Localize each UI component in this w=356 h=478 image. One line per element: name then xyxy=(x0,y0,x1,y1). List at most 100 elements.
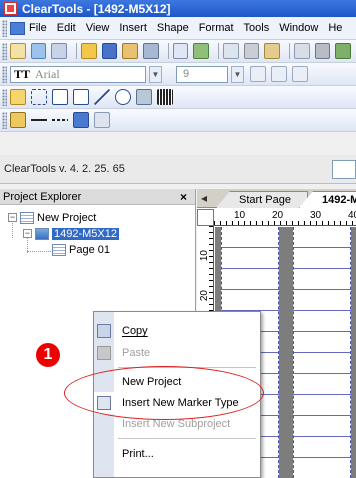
tree-item-1492-m5x12[interactable]: − 1492-M5X12 xyxy=(23,226,119,241)
step-number: 1 xyxy=(43,346,53,363)
copy-icon[interactable] xyxy=(223,43,239,59)
font-name-select[interactable]: TT Arial xyxy=(10,65,146,83)
project-explorer-header: Project Explorer × xyxy=(0,189,195,205)
cut-icon[interactable] xyxy=(243,43,260,59)
marker-type-icon xyxy=(97,396,111,410)
ruler-label: 40 xyxy=(348,210,356,221)
tree-item-label: New Project xyxy=(37,211,97,224)
project-icon xyxy=(20,211,34,224)
new-file-icon[interactable] xyxy=(9,43,26,59)
document-menu-icon[interactable] xyxy=(10,21,25,35)
font-size-select[interactable]: 9 xyxy=(176,65,228,83)
line-weight-icon[interactable] xyxy=(31,112,47,128)
menu-item-label: Insert New Marker Type xyxy=(122,397,239,409)
context-menu-insert-new-subproject[interactable]: Insert New Subproject xyxy=(94,413,260,435)
barcode-tool-icon[interactable] xyxy=(157,89,173,105)
image-tool-icon[interactable] xyxy=(136,89,152,105)
menu-shape[interactable]: Shape xyxy=(157,22,189,34)
grow-font-icon[interactable] xyxy=(250,66,266,82)
close-icon[interactable]: × xyxy=(180,190,187,204)
grid-icon[interactable] xyxy=(51,43,67,59)
version-input[interactable] xyxy=(332,160,356,179)
context-menu-new-project[interactable]: New Project xyxy=(94,371,260,393)
menu-separator xyxy=(118,367,256,368)
ruler-label: 20 xyxy=(272,210,284,221)
menu-file[interactable]: File xyxy=(29,22,47,34)
font-dropdown-arrow-icon[interactable]: ▼ xyxy=(149,65,162,83)
copy-icon xyxy=(97,324,111,338)
image-icon[interactable] xyxy=(193,43,210,59)
toolbar-grip-icon[interactable] xyxy=(2,65,7,83)
toolbar-grip-icon[interactable] xyxy=(2,88,7,106)
tree-item-new-project[interactable]: − New Project xyxy=(8,210,96,225)
project-explorer-title: Project Explorer xyxy=(3,190,82,203)
save-icon[interactable] xyxy=(101,43,118,59)
toolbar-separator xyxy=(167,43,169,59)
ruler-label: 10 xyxy=(199,250,210,262)
context-menu-print[interactable]: Print... xyxy=(94,443,260,465)
tab-start-page[interactable]: Start Page xyxy=(216,191,308,208)
toolbar-separator xyxy=(289,43,291,59)
new-project-icon[interactable] xyxy=(30,43,47,59)
toolbar-grip-icon[interactable] xyxy=(2,111,7,129)
ruler-label: 30 xyxy=(310,210,322,221)
menu-item-label: Copy xyxy=(122,325,148,337)
tree-item-page-01[interactable]: Page 01 xyxy=(52,242,110,257)
fill-pattern-icon[interactable] xyxy=(94,112,110,128)
menu-view[interactable]: View xyxy=(86,22,110,34)
menu-format[interactable]: Format xyxy=(199,22,234,34)
window-titlebar: ClearTools - [1492-M5X12] xyxy=(0,0,356,17)
paste-icon xyxy=(97,346,111,360)
menu-window[interactable]: Window xyxy=(279,22,318,34)
menu-insert[interactable]: Insert xyxy=(119,22,147,34)
version-text: ClearTools v. 4. 2. 25. 65 xyxy=(4,163,125,175)
ellipse-tool-icon[interactable] xyxy=(115,89,131,105)
toolbar-grip-icon[interactable] xyxy=(2,42,7,60)
horizontal-ruler: 10 20 30 40 xyxy=(214,209,356,226)
standard-toolbar xyxy=(0,40,356,63)
table-icon[interactable] xyxy=(172,43,189,59)
window-title: ClearTools - [1492-M5X12] xyxy=(22,1,171,16)
format-painter-icon[interactable] xyxy=(294,43,310,59)
collapse-icon[interactable]: − xyxy=(8,213,17,222)
app-icon xyxy=(4,2,17,15)
menu-item-label: Print... xyxy=(122,448,154,460)
context-menu: Copy Paste New Project Insert New Marker… xyxy=(93,311,261,478)
pointer-tool-icon[interactable] xyxy=(10,89,26,105)
context-menu-copy[interactable]: Copy xyxy=(94,320,260,342)
line-color-icon[interactable] xyxy=(10,112,26,128)
toolbar-grip-icon[interactable] xyxy=(2,19,7,37)
context-menu-insert-new-marker-type[interactable]: Insert New Marker Type xyxy=(94,392,260,414)
font-size-dropdown-arrow-icon[interactable]: ▼ xyxy=(231,65,244,83)
collapse-icon[interactable]: − xyxy=(23,229,32,238)
context-menu-paste[interactable]: Paste xyxy=(94,342,260,364)
open-folder-icon[interactable] xyxy=(80,43,97,59)
print-icon[interactable] xyxy=(143,43,159,59)
marquee-tool-icon[interactable] xyxy=(31,89,47,105)
step-badge: 1 xyxy=(36,343,60,367)
text-box-tool-icon[interactable] xyxy=(52,89,68,105)
document-tabs: ◂ Start Page 1492-M xyxy=(197,189,356,208)
delete-icon[interactable] xyxy=(314,43,331,59)
menu-tools[interactable]: Tools xyxy=(244,22,270,34)
shrink-font-icon[interactable] xyxy=(271,66,287,82)
toolbar-separator xyxy=(75,43,77,59)
line-dash-icon[interactable] xyxy=(52,112,68,128)
menu-item-label: Insert New Subproject xyxy=(122,418,231,430)
font-size-value: 9 xyxy=(183,68,190,80)
menu-help[interactable]: He xyxy=(328,22,342,34)
tab-scroll-left-icon[interactable]: ◂ xyxy=(201,191,207,205)
menu-separator xyxy=(118,438,256,439)
tab-label: Start Page xyxy=(239,194,291,206)
font-name-value: Arial xyxy=(35,66,60,81)
ruler-label: 10 xyxy=(234,210,246,221)
export-icon[interactable] xyxy=(122,43,138,59)
fill-color-icon[interactable] xyxy=(73,112,89,128)
bold-icon[interactable] xyxy=(292,66,308,82)
menu-edit[interactable]: Edit xyxy=(57,22,76,34)
paste-icon[interactable] xyxy=(264,43,281,59)
line-tool-icon[interactable] xyxy=(94,89,110,105)
check-icon[interactable] xyxy=(335,43,352,59)
rectangle-tool-icon[interactable] xyxy=(73,89,89,105)
label-grid-lines xyxy=(293,227,351,478)
